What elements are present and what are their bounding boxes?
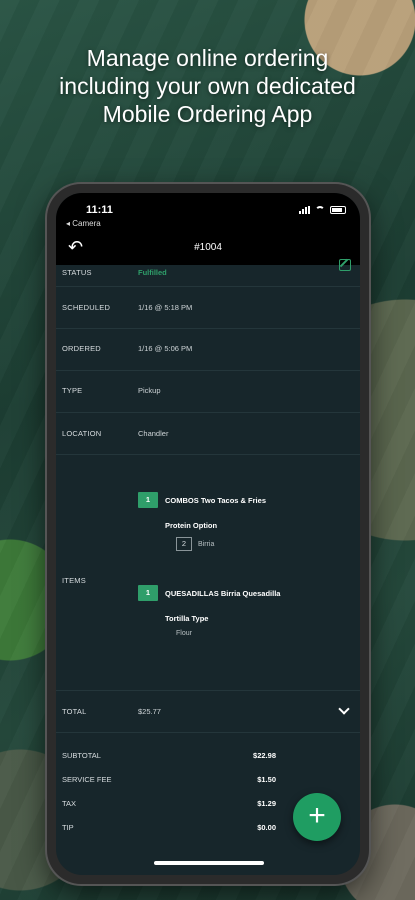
scheduled-row: SCHEDULED 1/16 @ 5:18 PM bbox=[56, 287, 360, 329]
subtotal-label: SUBTOTAL bbox=[62, 751, 101, 760]
item-quantity-badge: 1 bbox=[138, 492, 158, 508]
items-row: ITEMS 1 COMBOS Two Tacos & Fries Protein… bbox=[56, 455, 360, 691]
home-indicator[interactable] bbox=[154, 861, 264, 865]
item-name: COMBOS Two Tacos & Fries bbox=[165, 496, 266, 505]
location-value: Chandler bbox=[138, 429, 169, 438]
edit-icon[interactable] bbox=[339, 259, 351, 271]
back-to-app-link[interactable]: ◂ Camera bbox=[66, 219, 101, 228]
items-label: ITEMS bbox=[62, 576, 86, 585]
type-row: TYPE Pickup bbox=[56, 371, 360, 413]
location-label: LOCATION bbox=[62, 429, 102, 438]
status-label: STATUS bbox=[62, 268, 92, 277]
service-fee-label: SERVICE FEE bbox=[62, 775, 112, 784]
item-option-title: Protein Option bbox=[165, 521, 218, 530]
type-value: Pickup bbox=[138, 386, 161, 395]
headline: Manage online ordering including your ow… bbox=[0, 44, 415, 128]
ordered-row: ORDERED 1/16 @ 5:06 PM bbox=[56, 329, 360, 371]
total-row[interactable]: TOTAL $25.77 bbox=[56, 691, 360, 733]
headline-line-1: Manage online ordering bbox=[86, 45, 329, 71]
location-row: LOCATION Chandler bbox=[56, 413, 360, 455]
tip-label: TIP bbox=[62, 823, 74, 832]
option-quantity-badge: 2 bbox=[176, 537, 192, 551]
wifi-icon bbox=[315, 206, 325, 214]
order-number-title: #1004 bbox=[194, 242, 222, 253]
tip-value: $0.00 bbox=[257, 823, 276, 832]
type-label: TYPE bbox=[62, 386, 83, 395]
battery-icon bbox=[330, 206, 346, 214]
tax-value: $1.29 bbox=[257, 799, 276, 808]
total-label: TOTAL bbox=[62, 707, 87, 716]
status-row: STATUS Fulfilled bbox=[56, 259, 360, 287]
subtotal-value: $22.98 bbox=[253, 751, 276, 760]
status-value: Fulfilled bbox=[138, 268, 167, 277]
phone-frame: 11:11 ◂ Camera ↶ #1004 STATUS Fulfilled bbox=[47, 184, 369, 884]
nav-bar: ↶ #1004 bbox=[56, 233, 360, 265]
item-option-title: Tortilla Type bbox=[165, 614, 209, 623]
item-name: QUESADILLAS Birria Quesadilla bbox=[165, 589, 281, 598]
ordered-label: ORDERED bbox=[62, 344, 101, 353]
add-button[interactable]: + bbox=[293, 793, 341, 841]
item-quantity-badge: 1 bbox=[138, 585, 158, 601]
total-value: $25.77 bbox=[138, 707, 161, 716]
scheduled-value: 1/16 @ 5:18 PM bbox=[138, 303, 193, 312]
service-fee-value: $1.50 bbox=[257, 775, 276, 784]
scheduled-label: SCHEDULED bbox=[62, 303, 111, 312]
headline-line-2: including your own dedicated bbox=[59, 73, 356, 99]
tax-label: TAX bbox=[62, 799, 77, 808]
ordered-value: 1/16 @ 5:06 PM bbox=[138, 344, 193, 353]
headline-line-3: Mobile Ordering App bbox=[102, 101, 313, 127]
phone-screen: 11:11 ◂ Camera ↶ #1004 STATUS Fulfilled bbox=[56, 193, 360, 875]
status-bar: 11:11 ◂ Camera bbox=[56, 193, 360, 233]
signal-icon bbox=[299, 206, 310, 214]
status-time: 11:11 bbox=[86, 204, 113, 216]
system-icons bbox=[299, 206, 346, 214]
chevron-down-icon[interactable] bbox=[338, 703, 350, 715]
option-name: Flour bbox=[176, 630, 192, 637]
option-name: Birria bbox=[198, 541, 215, 548]
